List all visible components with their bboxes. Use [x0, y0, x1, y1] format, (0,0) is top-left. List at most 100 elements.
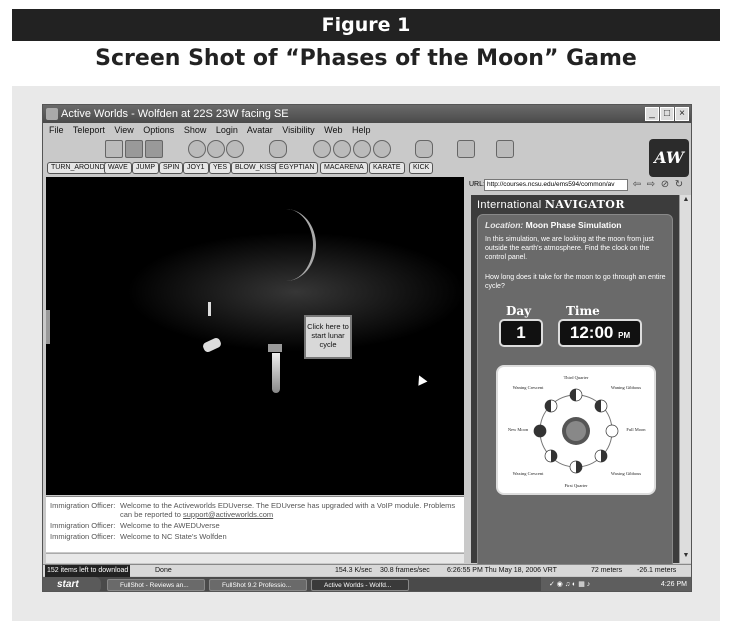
window-titlebar[interactable]: Active Worlds - Wolfden at 22S 23W facin…: [43, 105, 691, 123]
simulation-card: Location: Moon Phase Simulation In this …: [477, 214, 673, 569]
minimize-button[interactable]: _: [645, 107, 659, 121]
camera-icon[interactable]: [207, 140, 225, 158]
close-button[interactable]: ×: [675, 107, 689, 121]
menu-visibility[interactable]: Visibility: [282, 125, 314, 135]
taskbar-item-active[interactable]: Active Worlds - Wolfd...: [311, 579, 409, 591]
gesture-blow-kiss[interactable]: BLOW_KISS: [231, 162, 280, 174]
crescent-moon: [256, 209, 316, 281]
gesture-macarena[interactable]: MACARENA: [320, 162, 368, 174]
taskbar-item[interactable]: FullShot 9.2 Professio...: [209, 579, 307, 591]
menu-view[interactable]: View: [114, 125, 133, 135]
system-tray: ✓ ◉ ♫ ◐ ▦ ♪ 4:26 PM: [541, 577, 691, 591]
menu-help[interactable]: Help: [352, 125, 371, 135]
chat-row: Immigration Officer: Welcome to NC State…: [50, 532, 460, 541]
status-bar: 152 items left to download Done 154.3 K/…: [43, 564, 691, 577]
menu-avatar[interactable]: Avatar: [247, 125, 273, 135]
active-worlds-window: Active Worlds - Wolfden at 22S 23W facin…: [42, 104, 692, 592]
url-input[interactable]: http://courses.ncsu.edu/ems594/common/av: [484, 179, 628, 191]
menu-file[interactable]: File: [49, 125, 64, 135]
chat-sender: Immigration Officer:: [50, 532, 116, 541]
simulation-intro: In this simulation, we are looking at th…: [485, 236, 654, 261]
support-email-link[interactable]: support@activeworlds.com: [183, 510, 273, 519]
gesture-kick[interactable]: KICK: [409, 162, 434, 174]
gesture-wave[interactable]: WAVE: [104, 162, 132, 174]
url-label: URL:: [469, 181, 485, 188]
gesture-yes[interactable]: YES: [209, 162, 232, 174]
settings-icon[interactable]: [373, 140, 391, 158]
left-panel-handle[interactable]: [46, 310, 50, 344]
home-icon[interactable]: [105, 140, 123, 158]
user-icon[interactable]: [313, 140, 331, 158]
mouse-cursor-icon: [414, 373, 428, 386]
label-third-quarter: Third Quarter: [564, 375, 589, 380]
menu-options[interactable]: Options: [143, 125, 174, 135]
time-display: 12:00 PM: [558, 319, 642, 347]
simulation-question: How long does it take for the moon to go…: [485, 274, 666, 290]
label-new-moon: New Moon: [508, 427, 529, 432]
tray-clock[interactable]: 4:26 PM: [661, 577, 687, 591]
toolbar: [43, 137, 653, 161]
gesture-spin[interactable]: SPIN: [159, 162, 184, 174]
refresh-icon[interactable]: ↻: [673, 179, 685, 191]
download-count: 152 items left to download: [45, 565, 131, 577]
windows-taskbar: start FullShot - Reviews an... FullShot …: [43, 577, 691, 591]
vertical-scrollbar[interactable]: ▲ ▼: [679, 195, 691, 563]
label-full-moon: Full Moon: [626, 427, 646, 432]
eye-icon[interactable]: [269, 140, 287, 158]
navigator-title: International NAVIGATOR: [477, 198, 626, 211]
menu-teleport[interactable]: Teleport: [73, 125, 105, 135]
tray-icons[interactable]: ✓ ◉ ♫ ◐ ▦ ♪: [549, 577, 590, 591]
gesture-jump[interactable]: JUMP: [132, 162, 160, 174]
world-icon[interactable]: [496, 140, 514, 158]
gesture-karate[interactable]: KARATE: [369, 162, 405, 174]
gesture-joy1[interactable]: JOY1: [183, 162, 209, 174]
people-icon[interactable]: [353, 140, 371, 158]
scroll-up-icon[interactable]: ▲: [681, 196, 691, 206]
build-icon[interactable]: [457, 140, 475, 158]
3d-world-view[interactable]: Click here to start lunar cycle: [46, 177, 464, 495]
world-datetime: 6:26:55 PM Thu May 18, 2006 VRT: [447, 567, 557, 574]
maximize-button[interactable]: □: [660, 107, 674, 121]
scroll-down-icon[interactable]: ▼: [681, 552, 691, 562]
web-panel: URL: http://courses.ncsu.edu/ems594/comm…: [467, 177, 691, 569]
chat-row: Immigration Officer: Welcome to the Acti…: [50, 501, 460, 519]
moon-phase-diagram: Third Quarter Waning Crescent Waning Gib…: [496, 365, 656, 495]
label-waxing-gibbous: Waxing Gibbous: [611, 471, 642, 476]
start-button[interactable]: start: [43, 577, 101, 591]
figure-title: Screen Shot of “Phases of the Moon” Game: [95, 46, 637, 71]
altitude-readout: -26.1 meters: [637, 567, 677, 574]
avatar-head: [268, 344, 282, 352]
avatar-body[interactable]: [272, 353, 280, 393]
url-bar: URL: http://courses.ncsu.edu/ems594/comm…: [467, 177, 691, 193]
day-label: Day: [506, 304, 532, 318]
contacts-icon[interactable]: [333, 140, 351, 158]
hand-icon[interactable]: [415, 140, 433, 158]
forward-icon[interactable]: [145, 140, 163, 158]
start-lunar-cycle-button[interactable]: Click here to start lunar cycle: [304, 315, 352, 359]
back-arrow-icon[interactable]: ⇦: [631, 179, 643, 191]
chat-message: Welcome to the Activeworlds EDUverse. Th…: [120, 501, 456, 519]
menu-web[interactable]: Web: [324, 125, 342, 135]
forward-arrow-icon[interactable]: ⇨: [645, 179, 657, 191]
distance-readout: 72 meters: [591, 567, 623, 574]
back-icon[interactable]: [125, 140, 143, 158]
stop-icon[interactable]: ⊘: [659, 179, 671, 191]
chat-input[interactable]: [46, 553, 464, 563]
gesture-turn-around[interactable]: TURN_AROUND: [47, 162, 109, 174]
time-label: Time: [566, 304, 600, 318]
day-display: 1: [499, 319, 543, 347]
figure-label: Figure 1: [12, 9, 720, 41]
gesture-egyptian[interactable]: EGYPTIAN: [275, 162, 319, 174]
menu-show[interactable]: Show: [184, 125, 207, 135]
taskbar-item[interactable]: FullShot - Reviews an...: [107, 579, 205, 591]
chat-log: Immigration Officer: Welcome to the Acti…: [46, 496, 464, 552]
load-status: Done: [155, 567, 172, 574]
menu-bar: File Teleport View Options Show Login Av…: [43, 123, 691, 137]
menu-login[interactable]: Login: [216, 125, 238, 135]
rotate-right-icon[interactable]: [226, 140, 244, 158]
rotate-left-icon[interactable]: [188, 140, 206, 158]
frame-rate: 30.8 frames/sec: [380, 567, 430, 574]
chat-message: Welcome to the AWEDUverse: [120, 521, 220, 530]
chat-sender: Immigration Officer:: [50, 501, 116, 510]
label-waxing-crescent: Waxing Crescent: [513, 471, 545, 476]
